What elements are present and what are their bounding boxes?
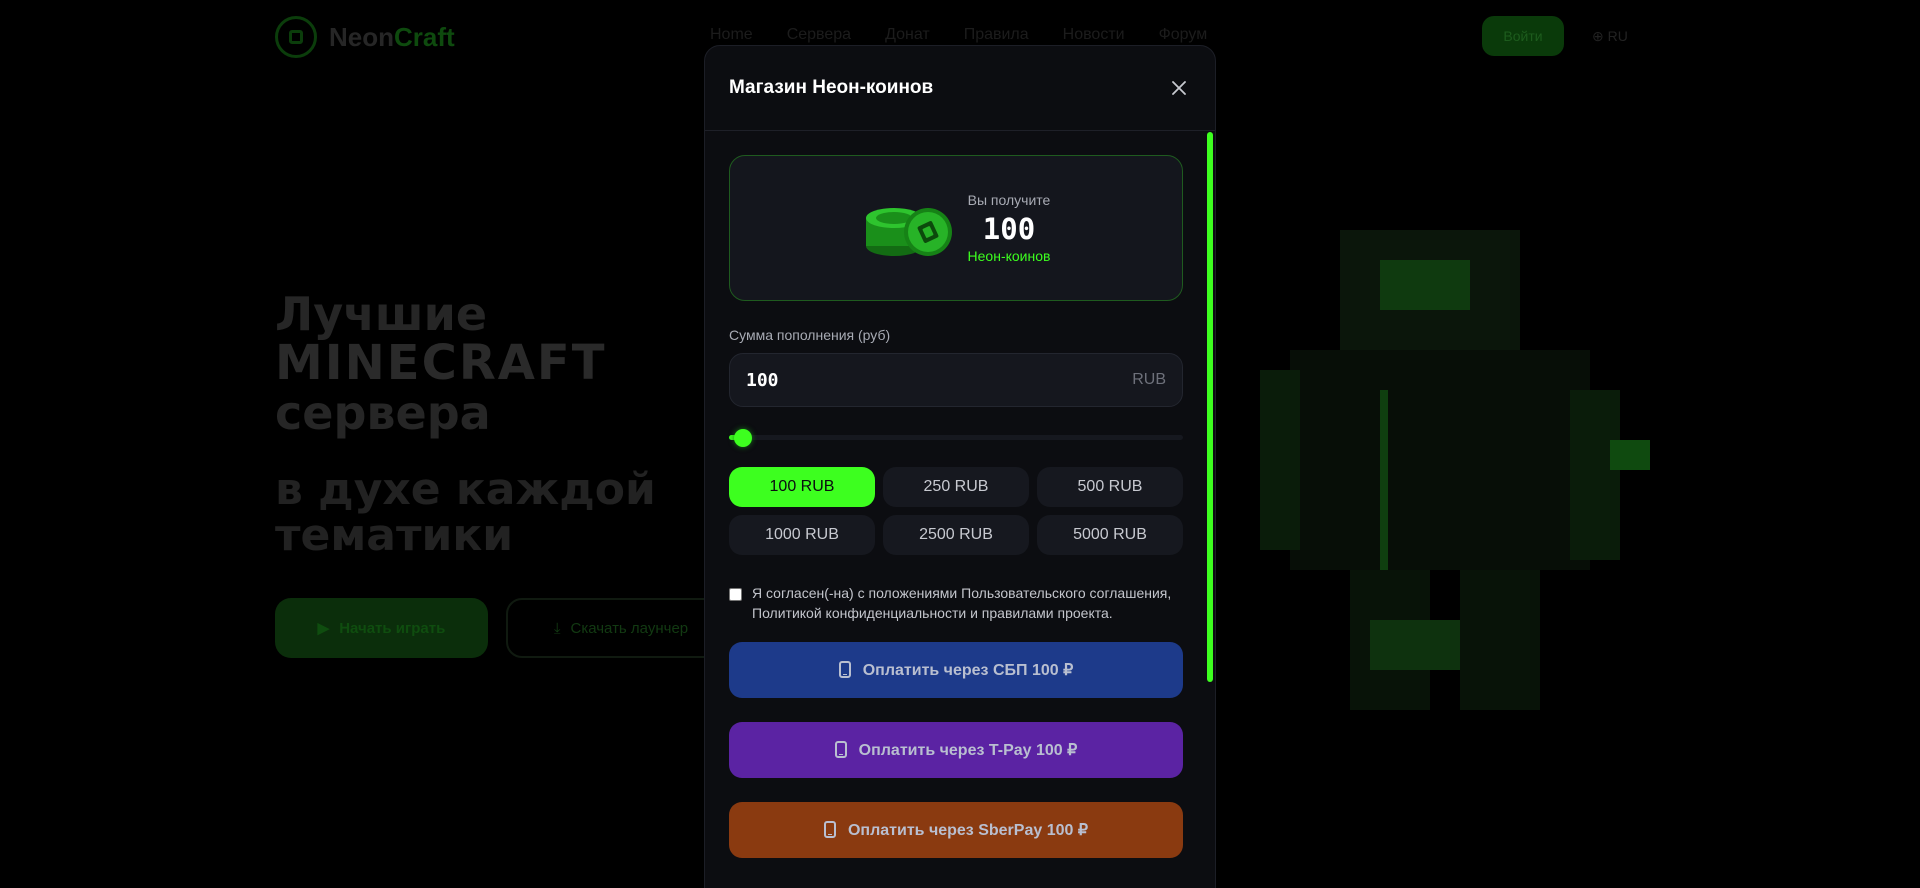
coins-icon [865, 208, 952, 256]
phone-icon [823, 821, 836, 839]
pay-button-label: Оплатить через T-Pay 100 ₽ [858, 741, 1078, 759]
site-logo[interactable]: NeonCraft [275, 16, 455, 58]
preset-amount-button[interactable]: 2500 RUB [883, 515, 1029, 555]
nav-item[interactable]: Форум [1159, 26, 1208, 44]
receive-label: Вы получите [967, 192, 1051, 208]
phone-icon [834, 741, 847, 759]
login-button[interactable]: Войти [1482, 16, 1564, 56]
play-button[interactable]: ▶ Начать играть [275, 598, 488, 658]
nav-item[interactable]: Новости [1063, 26, 1125, 44]
hero-heading: Лучшие MINECRAFT сервера в духе каждой т… [275, 287, 656, 562]
nav-item[interactable]: Home [710, 26, 753, 44]
nav-item[interactable]: Правила [964, 26, 1029, 44]
amount-presets: 100 RUB 250 RUB 500 RUB 1000 RUB 2500 RUB 500… [729, 467, 1183, 555]
agreement: Я согласен(-на) с положениями Пользовате… [729, 583, 1183, 624]
payment-buttons: Оплатить через СБП 100 ₽ Оплатить через T… [729, 641, 1183, 858]
modal-title: Магазин Неон-коинов [729, 77, 934, 98]
agreement-checkbox[interactable] [729, 588, 742, 601]
pay-button[interactable]: Оплатить через T-Pay 100 ₽ [729, 721, 1183, 778]
receive-info: Вы получите 100 Неон-коинов [968, 192, 1051, 264]
pay-button-label: Оплатить через SberPay 100 ₽ [847, 821, 1089, 839]
modal-body: Вы получите 100 Неон-коинов Сумма пополн… [705, 131, 1215, 858]
amount-input[interactable] [730, 354, 1182, 406]
preset-amount-button[interactable]: 500 RUB [1037, 467, 1183, 507]
receive-summary-card: Вы получите 100 Неон-коинов [729, 155, 1183, 301]
download-launcher-button[interactable]: ⤓ Скачать лаунчер [506, 598, 736, 658]
logo-icon [275, 16, 317, 58]
main-nav: Home Сервера Донат Правила Новости Форум [710, 26, 1207, 44]
hero-buttons: ▶ Начать играть ⤓ Скачать лаунчер [275, 598, 736, 658]
receive-amount: 100 [982, 212, 1036, 246]
close-icon [1172, 81, 1186, 95]
amount-currency: RUB [1132, 371, 1166, 388]
nav-item[interactable]: Сервера [787, 26, 851, 44]
logo-text: NeonCraft [329, 21, 455, 52]
pay-button-label: Оплатить через СБП 100 ₽ [862, 661, 1074, 679]
preset-amount-button[interactable]: 5000 RUB [1037, 515, 1183, 555]
modal-header: Магазин Неон-коинов [705, 46, 1215, 131]
slider-thumb[interactable] [734, 429, 752, 447]
pay-button[interactable]: Оплатить через SberPay 100 ₽ [729, 801, 1183, 858]
slider-track [729, 435, 1183, 440]
close-button[interactable] [1167, 76, 1191, 100]
modal-scrollbar[interactable] [1207, 132, 1213, 682]
preset-amount-button[interactable]: 250 RUB [883, 467, 1029, 507]
preset-amount-button[interactable]: 1000 RUB [729, 515, 875, 555]
nav-item[interactable]: Донат [885, 26, 930, 44]
preset-amount-button[interactable]: 100 RUB [729, 467, 875, 507]
coin-shop-modal: Магазин Неон-коинов Вы получите 100 Неон… [704, 45, 1216, 888]
receive-unit: Неон-коинов [967, 248, 1051, 264]
phone-icon [838, 661, 851, 679]
pay-button[interactable]: Оплатить через СБП 100 ₽ [729, 641, 1183, 698]
amount-label: Сумма пополнения (руб) [729, 327, 891, 343]
amount-field: RUB [729, 353, 1183, 407]
hero-character-art [1260, 230, 1650, 710]
agreement-text: Я согласен(-на) с положениями Пользовате… [752, 585, 1172, 622]
amount-slider[interactable] [729, 429, 1183, 447]
language-switch[interactable]: ⊕ RU [1592, 28, 1628, 45]
